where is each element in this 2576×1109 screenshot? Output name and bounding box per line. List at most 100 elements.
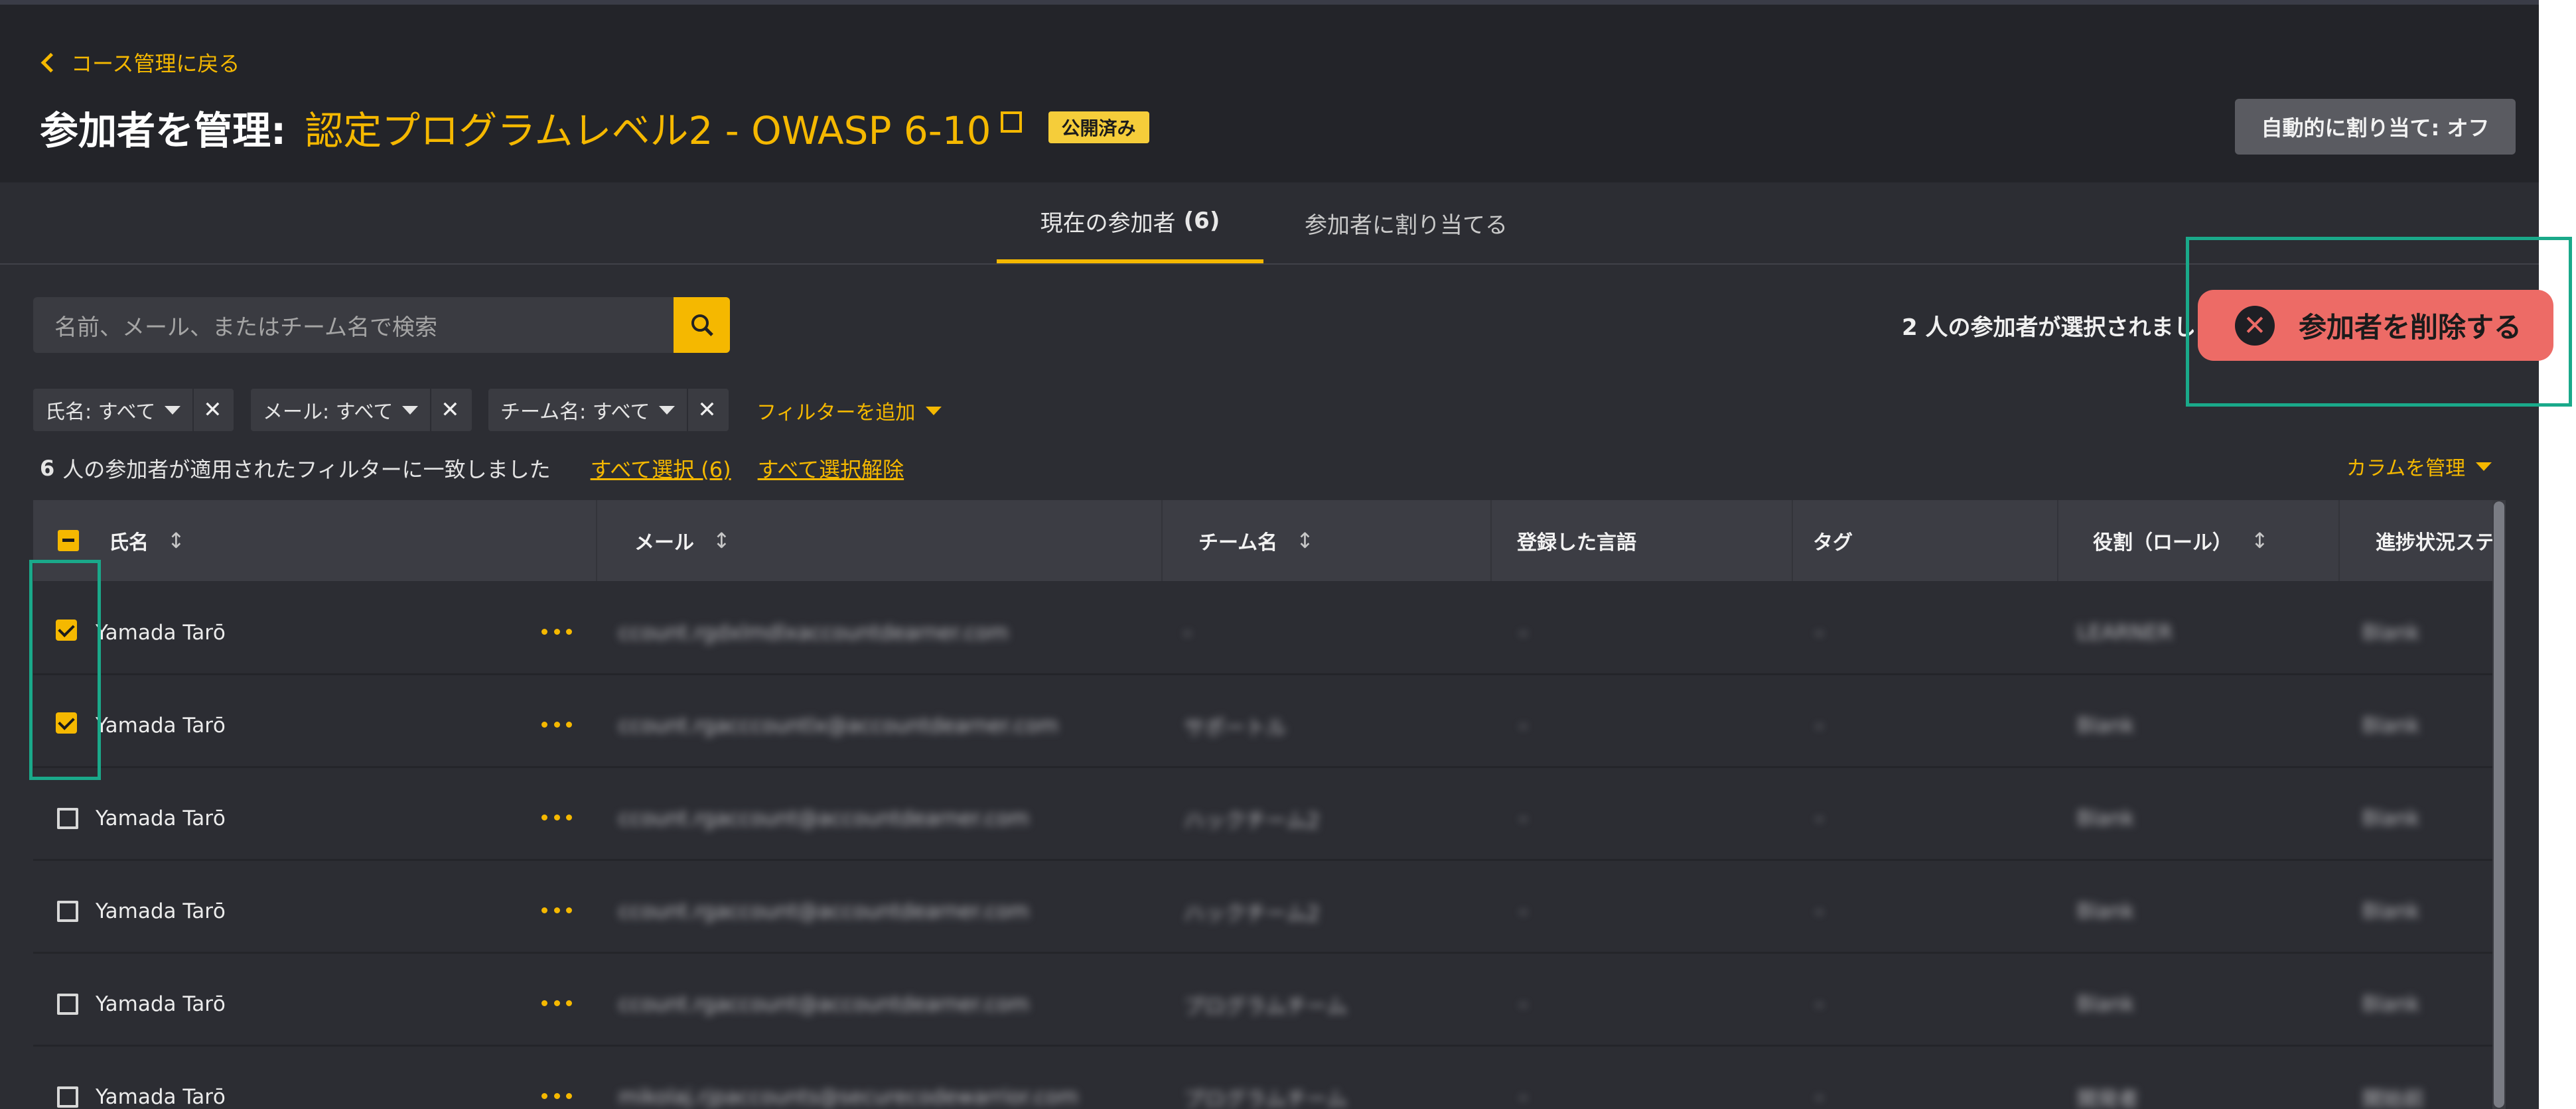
participant-team: プログラムチーム (1184, 994, 1348, 1019)
row-checkbox[interactable] (57, 994, 78, 1015)
table-row[interactable]: Yamada Tarō ccount.rgaccount@accountdear… (33, 776, 2506, 861)
sort-icon[interactable]: ↕ (167, 528, 185, 553)
participant-role: 開発者 (2077, 1087, 2139, 1109)
table-row[interactable]: Yamada Tarō ccount.rgaccount@accountdear… (33, 869, 2506, 954)
participant-tag: - (1816, 621, 1824, 645)
column-header-tag: タグ (1813, 500, 1853, 581)
program-name-link[interactable]: 認定プログラムレベル2 - OWASP 6-10 (305, 99, 991, 155)
column-header-role[interactable]: 役割（ロール） ↕ (2093, 500, 2269, 581)
table-scrollbar[interactable] (2492, 500, 2506, 1109)
more-options-icon[interactable] (541, 618, 572, 645)
participant-team: - (1184, 621, 1192, 645)
participant-name: Yamada Tarō (96, 1085, 226, 1109)
more-options-icon[interactable] (541, 804, 572, 830)
scrollbar-thumb[interactable] (2494, 501, 2504, 1108)
filter-chip-name[interactable]: 氏名: すべて ✕ (33, 389, 234, 431)
table-row[interactable]: Yamada Tarō ccount.rgaccount@accountdear… (33, 962, 2506, 1047)
tab-assign-participants[interactable]: 参加者に割り当てる (1277, 182, 1536, 263)
chevron-down-icon (2476, 462, 2492, 471)
participant-tag: - (1816, 807, 1824, 830)
participant-language: - (1520, 714, 1528, 738)
sort-icon[interactable]: ↕ (2251, 528, 2269, 553)
column-header-progress[interactable]: 進捗状況ステ (2376, 500, 2495, 581)
sort-icon[interactable]: ↕ (713, 528, 731, 553)
close-icon[interactable]: ✕ (430, 389, 468, 431)
participant-name: Yamada Tarō (96, 992, 226, 1016)
column-divider (1161, 500, 1163, 581)
external-link-icon[interactable] (1000, 111, 1022, 133)
participant-email: ccount.rgacccountlx@accountdearner.com (618, 714, 1058, 738)
participant-tag: - (1816, 1085, 1824, 1109)
participant-role: Blank (2077, 807, 2135, 830)
tab-bar: 現在の参加者 (6) 参加者に割り当てる (0, 182, 2539, 265)
page-header: コース管理に戻る 参加者を管理: 認定プログラムレベル2 - OWASP 6-1… (0, 5, 2539, 182)
participant-name: Yamada Tarō (96, 807, 226, 830)
participant-team: サポートル (1184, 716, 1287, 740)
tab-current-participants-count: (6) (1183, 208, 1220, 234)
tab-current-participants-label: 現在の参加者 (1040, 210, 1176, 237)
search-input[interactable]: 名前、メール、またはチーム名で検索 (33, 297, 674, 353)
participant-email: ccount.rgaccount@accountdearner.com (618, 992, 1029, 1016)
chevron-down-icon[interactable] (659, 405, 676, 415)
search-button[interactable] (674, 297, 730, 353)
column-tag-label: タグ (1813, 531, 1853, 554)
column-header-email[interactable]: メール ↕ (634, 500, 731, 581)
participant-language: - (1520, 1085, 1528, 1109)
filter-chip-label: メール: すべて (263, 401, 394, 424)
more-options-icon[interactable] (541, 711, 572, 738)
column-header-name[interactable]: 氏名 ↕ (109, 500, 185, 581)
participants-table: 氏名 ↕ メール ↕ チーム名 ↕ 登録した言語 タグ 役割（ロール） ↕ 進捗状況ステ… (33, 500, 2506, 1109)
chevron-down-icon[interactable] (165, 405, 181, 415)
highlight-box-checkboxes (29, 560, 101, 780)
close-circle-icon: ✕ (2235, 305, 2275, 346)
search-placeholder: 名前、メール、またはチーム名で検索 (54, 314, 437, 341)
tab-current-participants[interactable]: 現在の参加者 (6) (997, 182, 1263, 263)
close-icon[interactable]: ✕ (687, 389, 725, 431)
page: コース管理に戻る 参加者を管理: 認定プログラムレベル2 - OWASP 6-1… (0, 0, 2539, 1109)
delete-participants-button[interactable]: ✕ 参加者を削除する (2198, 290, 2553, 361)
manage-columns-label: カラムを管理 (2346, 457, 2466, 480)
window-edge (2539, 0, 2576, 1109)
filter-chip-email[interactable]: メール: すべて ✕ (251, 389, 472, 431)
participant-tag: - (1816, 899, 1824, 923)
participant-language: - (1520, 621, 1528, 645)
chevron-down-icon[interactable] (402, 405, 419, 415)
chevron-left-icon (40, 52, 61, 72)
more-options-icon[interactable] (541, 897, 572, 923)
more-options-icon[interactable] (541, 990, 572, 1016)
row-checkbox[interactable] (57, 1086, 78, 1108)
participant-name: Yamada Tarō (96, 621, 226, 645)
manage-columns-button[interactable]: カラムを管理 (2346, 450, 2492, 483)
table-row[interactable]: Yamada Tarō ccount.rgdxlmdlxaccountdearn… (33, 590, 2506, 675)
table-row[interactable]: Yamada Tarō mikolaj.rjpaccounts@secureco… (33, 1055, 2506, 1109)
filter-chip-team[interactable]: チーム名: すべて ✕ (488, 389, 729, 431)
back-link[interactable]: コース管理に戻る (40, 46, 240, 79)
column-email-label: メール (634, 531, 694, 554)
add-filter-button[interactable]: フィルターを追加 (756, 394, 954, 427)
row-checkbox[interactable] (57, 808, 78, 829)
add-filter-label: フィルターを追加 (756, 401, 916, 424)
tab-assign-participants-label: 参加者に割り当てる (1305, 212, 1508, 239)
participant-language: - (1520, 899, 1528, 923)
row-checkbox[interactable] (57, 901, 78, 922)
column-divider (1490, 500, 1492, 581)
results-summary: 6 人の参加者が適用されたフィルターに一致しました すべて選択 (6) すべて選… (40, 450, 904, 487)
participant-status: Blank (2362, 714, 2420, 738)
select-all-checkbox[interactable] (58, 530, 79, 551)
column-header-team[interactable]: チーム名 ↕ (1198, 500, 1314, 581)
more-options-icon[interactable] (541, 1082, 572, 1109)
select-all-link[interactable]: すべて選択 (6) (591, 453, 731, 484)
participant-language: - (1520, 992, 1528, 1016)
column-header-language: 登録した言語 (1517, 500, 1636, 581)
close-icon[interactable]: ✕ (192, 389, 231, 431)
participant-status: Blank (2362, 621, 2420, 645)
sort-icon[interactable]: ↕ (1296, 528, 1314, 553)
participant-email: ccount.rgdxlmdlxaccountdearner.com (618, 621, 1009, 645)
participant-status: 開始前 (2362, 1087, 2424, 1109)
deselect-all-link[interactable]: すべて選択解除 (758, 453, 904, 484)
participant-status: Blank (2362, 899, 2420, 923)
participant-language: - (1520, 807, 1528, 830)
delete-participants-label: 参加者を削除する (2299, 311, 2522, 344)
table-row[interactable]: Yamada Tarō ccount.rgacccountlx@accountd… (33, 683, 2506, 768)
auto-assign-button[interactable]: 自動的に割り当て: オフ (2235, 99, 2516, 155)
